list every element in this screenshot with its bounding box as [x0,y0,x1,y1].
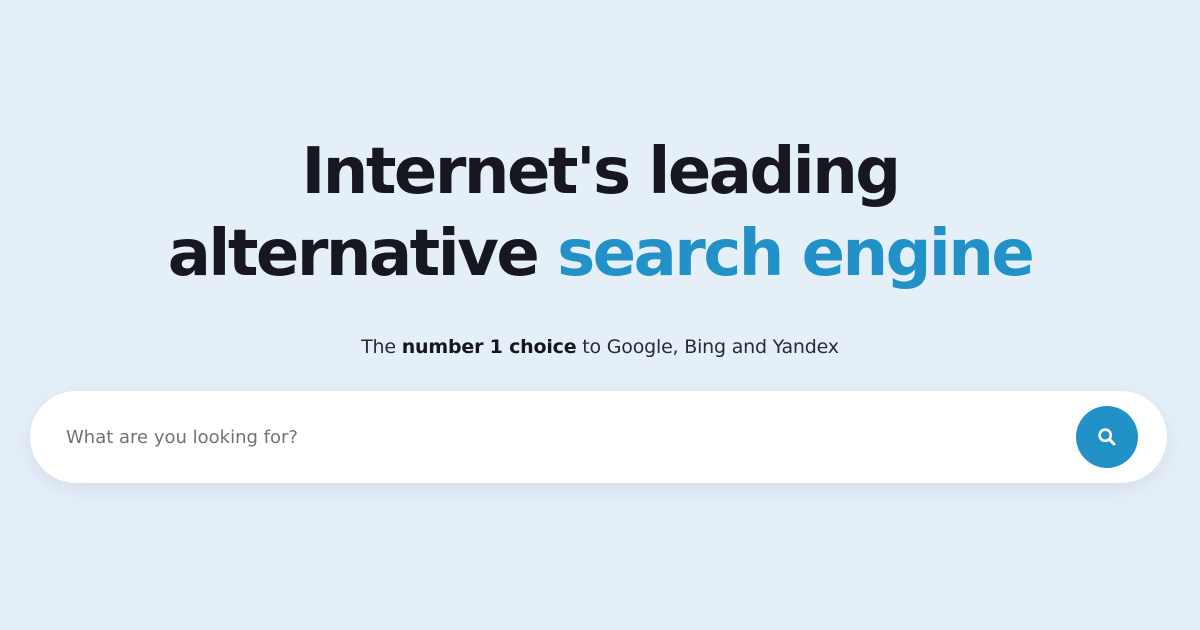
headline-text-accent: search engine [557,217,1035,291]
subtitle-suffix: to Google, Bing and Yandex [576,336,839,358]
search-bar [30,391,1167,483]
headline-text-plain: alternative [167,217,558,291]
hero-section: Internet's leading alternative search en… [0,0,1200,630]
headline-text: Internet's leading [301,135,901,209]
headline-line-2: alternative search engine [0,222,1200,286]
subtitle-prefix: The [361,336,402,358]
search-icon [1098,428,1116,446]
subtitle-highlight: number 1 choice [401,336,577,358]
headline-line-1: Internet's leading [0,140,1200,204]
search-input[interactable] [66,391,1066,483]
search-button[interactable] [1076,406,1138,468]
subtitle: The number 1 choice to Google, Bing and … [0,336,1200,358]
